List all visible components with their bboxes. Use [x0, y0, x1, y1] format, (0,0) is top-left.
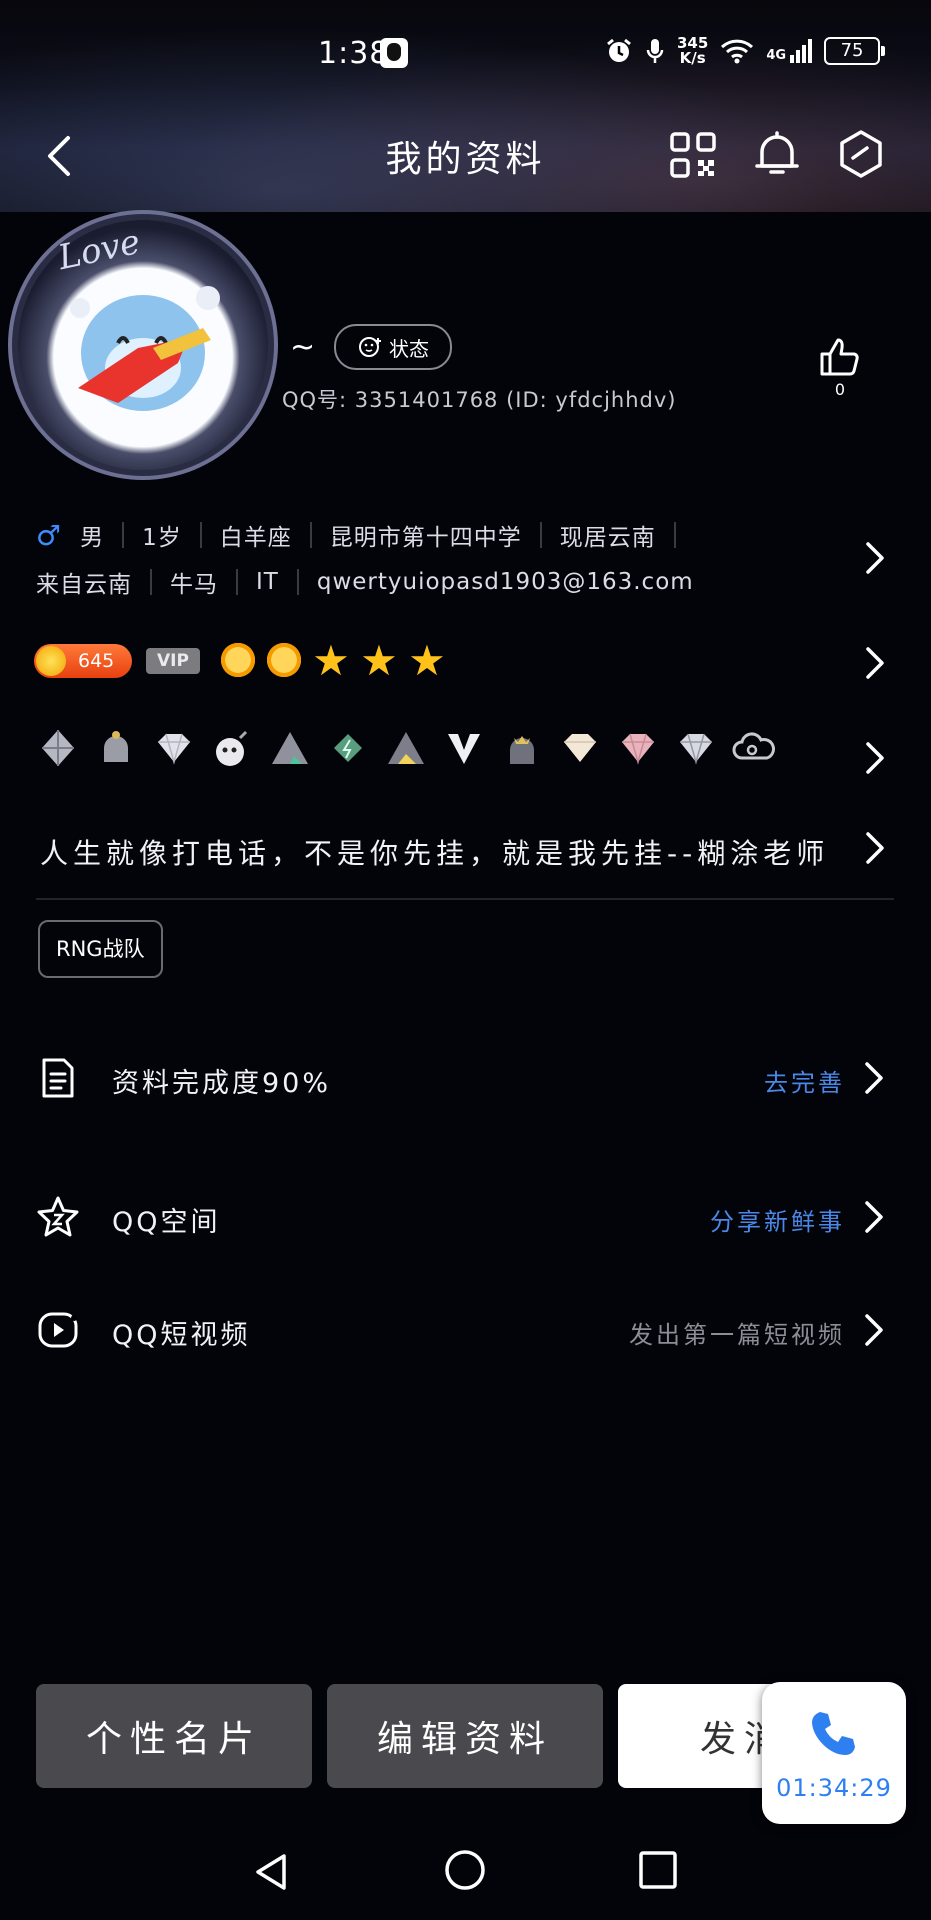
short-video-row[interactable]: QQ短视频 发出第一篇短视频 [0, 1285, 931, 1375]
call-floating-window[interactable]: 01:34:29 [762, 1682, 906, 1824]
star-icon: ★ [408, 636, 446, 685]
status-label: 状态 [389, 336, 429, 361]
medal-mountain-icon [272, 732, 308, 764]
medal-wall[interactable] [36, 726, 776, 770]
medal-pink-gem-icon [622, 733, 654, 765]
status-time: 1:38 [318, 36, 390, 71]
info-age: 1岁 [142, 525, 182, 551]
profile-completion-row[interactable]: 资料完成度90% 去完善 [0, 1033, 931, 1123]
cell-signal-icon: 4G [766, 39, 813, 63]
qq-notification-icon [380, 38, 408, 68]
level-chevron-right-icon[interactable] [864, 645, 886, 681]
info-location: 现居云南 [559, 525, 656, 551]
medal-bomb-icon [216, 730, 248, 766]
net-speed: 345 K/s [677, 34, 709, 67]
battery-indicator: 75 [824, 37, 886, 65]
level-icons: ★ ★ ★ [218, 640, 448, 682]
nav-home-icon[interactable] [443, 1848, 487, 1892]
wifi-icon [721, 39, 754, 64]
medal-chevron-right-icon[interactable] [864, 740, 886, 776]
chevron-right-icon [865, 1062, 883, 1094]
thumbs-up-icon[interactable] [818, 334, 862, 378]
edit-profile-button[interactable]: 编辑资料 [327, 1684, 603, 1788]
level-coin-icon [36, 646, 66, 676]
qr-code-button[interactable] [670, 132, 716, 178]
star-icon: ★ [312, 636, 350, 685]
complete-profile-link[interactable]: 去完善 [764, 1063, 845, 1098]
nickname: ~ [290, 330, 316, 365]
medal-silver-gem-icon [680, 733, 712, 765]
medal-diamond-icon [42, 730, 74, 766]
nav-back-icon[interactable] [250, 1850, 294, 1894]
qzone-star-icon [37, 1196, 79, 1237]
alarm-icon [607, 38, 631, 62]
status-icons: 345 K/s 4G 75 [605, 34, 886, 67]
profile-completion-label: 资料完成度90% [112, 1068, 332, 1099]
sun-icon [264, 640, 304, 680]
avatar-character-image [70, 286, 220, 411]
status-button[interactable]: 状态 [334, 324, 452, 370]
medal-v-icon [448, 734, 480, 764]
share-news-link[interactable]: 分享新鲜事 [710, 1202, 845, 1237]
male-icon: ♂ [36, 518, 63, 552]
personal-card-button[interactable]: 个性名片 [36, 1684, 312, 1788]
info-email: qwertyuiopasd1903@163.com [316, 569, 694, 595]
info-gender: 男 [80, 525, 105, 551]
info-row-basic[interactable]: ♂ 男 1岁 白羊座 昆明市第十四中学 现居云南 [36, 518, 694, 552]
add-status-icon [359, 337, 381, 357]
level-badge[interactable]: 645 [34, 644, 132, 678]
medal-cloud-icon [732, 732, 775, 760]
settings-hex-button[interactable] [836, 128, 886, 180]
medal-crown-icon [510, 736, 534, 764]
medal-bell-icon [104, 731, 128, 762]
medal-pale-gem-icon [564, 734, 596, 762]
level-number: 645 [78, 650, 115, 672]
qzone-label: QQ空间 [112, 1207, 221, 1238]
signature[interactable]: 人生就像打电话，不是你先挂，就是我先挂--糊涂老师 [40, 832, 829, 872]
like-count: 0 [834, 380, 846, 399]
document-icon [42, 1058, 74, 1098]
phone-icon [812, 1712, 855, 1755]
signature-chevron-right-icon[interactable] [864, 830, 886, 866]
vip-badge[interactable]: VIP [146, 648, 200, 674]
qzone-row[interactable]: QQ空间 分享新鲜事 [0, 1172, 931, 1262]
info-hometown: 来自云南 [36, 572, 132, 598]
short-video-label: QQ短视频 [112, 1320, 251, 1351]
medal-gem-icon [158, 733, 190, 765]
microphone-icon [646, 39, 664, 63]
bell-button[interactable] [752, 128, 802, 180]
chevron-right-icon [865, 1201, 883, 1233]
post-first-video-link[interactable]: 发出第一篇短视频 [629, 1315, 845, 1350]
qq-id: QQ号: 3351401768 (ID: yfdcjhhdv) [282, 388, 677, 412]
video-play-icon [38, 1312, 78, 1348]
call-duration: 01:34:29 [776, 1774, 892, 1802]
medal-hill-icon [388, 732, 424, 764]
divider [36, 898, 894, 900]
info-row-extra[interactable]: 来自云南 牛马 IT qwertyuiopasd1903@163.com [36, 565, 694, 599]
info-occupation: 牛马 [170, 572, 218, 598]
info-industry: IT [256, 569, 279, 595]
info-school: 昆明市第十四中学 [329, 525, 522, 551]
sun-icon [218, 640, 258, 680]
nav-recent-apps-icon[interactable] [638, 1850, 678, 1890]
info-zodiac: 白羊座 [219, 525, 292, 551]
tag-chip[interactable]: RNG战队 [38, 920, 163, 978]
star-icon: ★ [360, 636, 398, 685]
medal-green-diamond-icon [334, 734, 362, 762]
info-chevron-right-icon[interactable] [864, 540, 886, 576]
chevron-right-icon [865, 1314, 883, 1346]
